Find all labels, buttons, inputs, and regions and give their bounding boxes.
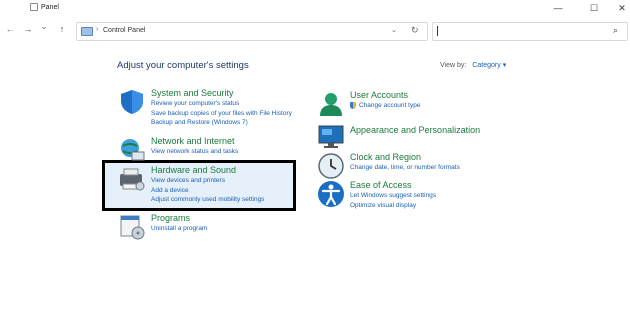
- search-box[interactable]: ⌕: [432, 22, 628, 41]
- link-add-device[interactable]: Add a device: [151, 186, 264, 196]
- link-change-formats[interactable]: Change date, time, or number formats: [350, 163, 460, 173]
- network-icon: [121, 139, 145, 161]
- link-view-devices[interactable]: View devices and printers: [151, 176, 264, 186]
- view-by: View by: Category ▾: [440, 61, 506, 69]
- category-title[interactable]: System and Security: [151, 88, 292, 99]
- link-uninstall-program[interactable]: Uninstall a program: [151, 224, 207, 234]
- link-suggest-settings[interactable]: Let Windows suggest settings: [350, 191, 436, 201]
- breadcrumb-separator[interactable]: ›: [96, 26, 98, 33]
- up-arrow-icon[interactable]: ↑: [56, 24, 68, 34]
- close-button[interactable]: ✕: [612, 2, 630, 14]
- link-mobility-settings[interactable]: Adjust commonly used mobility settings: [151, 195, 264, 205]
- printer-icon: [120, 168, 145, 191]
- window-title-text: Panel: [41, 3, 59, 11]
- category-title[interactable]: Network and Internet: [151, 136, 238, 147]
- view-by-dropdown[interactable]: Category ▾: [472, 62, 506, 69]
- view-by-label: View by:: [440, 62, 467, 69]
- maximize-button[interactable]: ☐: [584, 2, 604, 14]
- recent-locations-icon[interactable]: ⌄: [38, 21, 50, 32]
- uac-shield-icon: [350, 101, 356, 109]
- page-heading: Adjust your computer's settings: [117, 60, 249, 71]
- text-caret: [437, 26, 438, 36]
- shield-icon: [121, 90, 143, 114]
- category-title[interactable]: Hardware and Sound: [151, 165, 264, 176]
- programs-icon: [120, 215, 145, 240]
- link-text[interactable]: Change account type: [359, 102, 420, 109]
- category-title[interactable]: Programs: [151, 213, 207, 224]
- ease-of-access-icon: [318, 181, 344, 207]
- link-optimize-display[interactable]: Optimize visual display: [350, 201, 436, 211]
- refresh-icon[interactable]: ↻: [411, 25, 419, 36]
- address-dropdown-icon[interactable]: ⌄: [391, 26, 397, 34]
- category-title[interactable]: Clock and Region: [350, 152, 460, 163]
- link-backup-restore[interactable]: Backup and Restore (Windows 7): [151, 118, 292, 128]
- link-network-status[interactable]: View network status and tasks: [151, 147, 238, 157]
- link-file-history[interactable]: Save backup copies of your files with Fi…: [151, 109, 292, 119]
- category-title[interactable]: User Accounts: [350, 90, 420, 101]
- monitor-icon: [318, 125, 344, 148]
- title-bar: Panel — ☐ ✕: [0, 0, 630, 16]
- link-review-status[interactable]: Review your computer's status: [151, 99, 292, 109]
- control-panel-small-icon: [30, 3, 38, 11]
- address-bar[interactable]: › Control Panel ⌄ ↻: [76, 22, 428, 41]
- control-panel-icon: [81, 27, 93, 36]
- category-title[interactable]: Ease of Access: [350, 180, 436, 191]
- clock-icon: [318, 153, 344, 179]
- user-accounts-icon: [320, 93, 342, 116]
- forward-arrow-icon[interactable]: →: [22, 24, 34, 34]
- window-title: Panel: [30, 3, 59, 11]
- minimize-button[interactable]: —: [548, 2, 568, 14]
- category-title[interactable]: Appearance and Personalization: [350, 125, 480, 136]
- link-change-account-type[interactable]: Change account type: [350, 101, 420, 111]
- breadcrumb-control-panel[interactable]: Control Panel: [103, 27, 145, 34]
- search-icon[interactable]: ⌕: [613, 25, 618, 36]
- back-arrow-icon[interactable]: ←: [4, 24, 16, 34]
